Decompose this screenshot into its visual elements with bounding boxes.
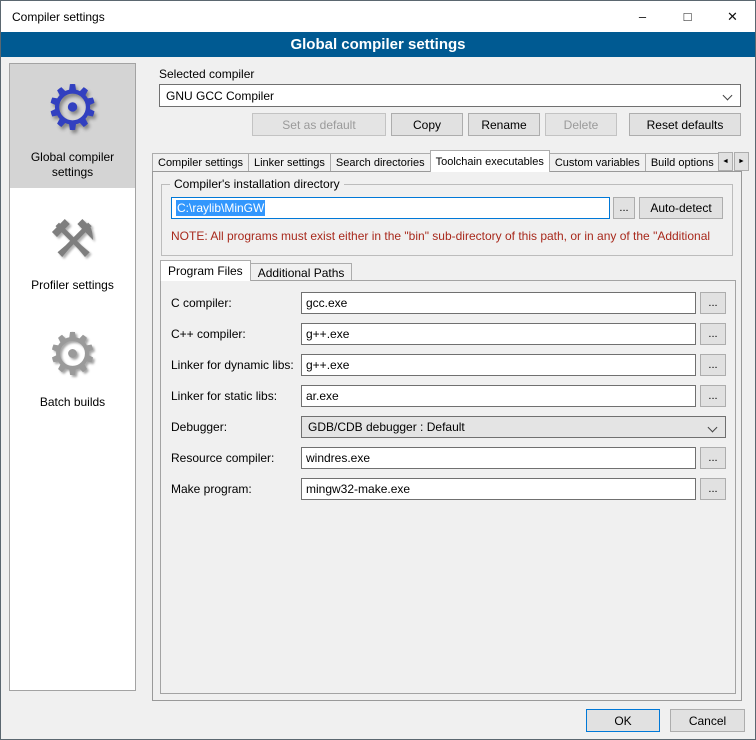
sidebar-item-label: Profiler settings	[12, 278, 133, 293]
gear-icon: ⚙	[12, 70, 133, 148]
profiler-tool-icon: ⚒	[12, 204, 133, 276]
subtab-program-files[interactable]: Program Files	[160, 260, 251, 281]
sidebar-item-global-compiler-settings[interactable]: ⚙ Global compiler settings	[10, 64, 135, 188]
field-row-cpp-compiler: C++ compiler: ...	[171, 323, 726, 345]
field-row-resource-compiler: Resource compiler: ...	[171, 447, 726, 469]
install-dir-browse-button[interactable]: ...	[613, 197, 635, 219]
resource-compiler-input[interactable]	[301, 447, 696, 469]
settings-tabs: Compiler settings Linker settings Search…	[152, 150, 718, 172]
field-label: Linker for static libs:	[171, 389, 301, 403]
arrow-right-icon: ►	[738, 158, 745, 165]
linker-static-input[interactable]	[301, 385, 696, 407]
cancel-button[interactable]: Cancel	[670, 709, 745, 732]
browse-button[interactable]: ...	[700, 292, 726, 314]
toolchain-subtabs: Program Files Additional Paths	[160, 260, 351, 281]
field-row-c-compiler: C compiler: ...	[171, 292, 726, 314]
browse-button[interactable]: ...	[700, 385, 726, 407]
rename-button[interactable]: Rename	[468, 113, 540, 136]
minimize-button[interactable]: –	[620, 1, 665, 32]
page-title: Global compiler settings	[1, 32, 755, 57]
browse-button[interactable]: ...	[700, 323, 726, 345]
installation-directory-row: C:\raylib\MinGW ... Auto-detect	[171, 197, 723, 219]
compiler-settings-window: Compiler settings – □ ✕ Global compiler …	[0, 0, 756, 740]
install-dir-selected-text: C:\raylib\MinGW	[176, 200, 265, 216]
maximize-icon: □	[684, 9, 692, 24]
tab-compiler-settings[interactable]: Compiler settings	[152, 153, 249, 172]
make-program-input[interactable]	[301, 478, 696, 500]
ok-button[interactable]: OK	[586, 709, 660, 732]
tab-custom-variables[interactable]: Custom variables	[549, 153, 646, 172]
toolchain-executables-panel: Compiler's installation directory C:\ray…	[152, 171, 742, 701]
debugger-select[interactable]: GDB/CDB debugger : Default	[301, 416, 726, 438]
chevron-down-icon	[708, 423, 718, 433]
sidebar-item-batch-builds[interactable]: ⚙ Batch builds	[10, 311, 135, 418]
sidebar-item-profiler-settings[interactable]: ⚒ Profiler settings	[10, 198, 135, 301]
compiler-select-value: GNU GCC Compiler	[166, 89, 274, 103]
field-row-linker-static: Linker for static libs: ...	[171, 385, 726, 407]
arrow-left-icon: ◄	[722, 158, 729, 165]
note-text: NOTE: All programs must exist either in …	[171, 229, 731, 243]
field-row-make-program: Make program: ...	[171, 478, 726, 500]
browse-button[interactable]: ...	[700, 447, 726, 469]
batch-gear-icon: ⚙	[12, 317, 133, 393]
debugger-select-value: GDB/CDB debugger : Default	[308, 420, 465, 434]
field-label: C compiler:	[171, 296, 301, 310]
linker-dynamic-input[interactable]	[301, 354, 696, 376]
compiler-select[interactable]: GNU GCC Compiler	[159, 84, 741, 107]
program-files-panel: C compiler: ... C++ compiler: ... Linker…	[160, 280, 736, 694]
compiler-actions: Set as default Copy Rename Delete Reset …	[159, 113, 741, 136]
close-button[interactable]: ✕	[710, 1, 755, 32]
tab-build-options[interactable]: Build options	[645, 153, 718, 172]
browse-button[interactable]: ...	[700, 354, 726, 376]
sidebar-item-label: Batch builds	[12, 395, 133, 410]
maximize-button[interactable]: □	[665, 1, 710, 32]
field-row-linker-dynamic: Linker for dynamic libs: ...	[171, 354, 726, 376]
reset-defaults-button[interactable]: Reset defaults	[629, 113, 741, 136]
minimize-icon: –	[639, 9, 646, 24]
installation-directory-group-title: Compiler's installation directory	[170, 177, 344, 191]
selected-compiler-label: Selected compiler	[159, 67, 254, 81]
delete-button[interactable]: Delete	[545, 113, 617, 136]
tab-linker-settings[interactable]: Linker settings	[248, 153, 331, 172]
close-icon: ✕	[727, 9, 738, 25]
tab-scroll-left-button[interactable]: ◄	[718, 152, 733, 171]
titlebar: Compiler settings – □ ✕	[1, 1, 755, 32]
field-row-debugger: Debugger: GDB/CDB debugger : Default	[171, 416, 726, 438]
browse-button[interactable]: ...	[700, 478, 726, 500]
field-label: Make program:	[171, 482, 301, 496]
field-label: Debugger:	[171, 420, 301, 434]
sidebar-item-label: Global compiler settings	[12, 150, 133, 180]
settings-category-sidebar: ⚙ Global compiler settings ⚒ Profiler se…	[9, 63, 136, 691]
auto-detect-button[interactable]: Auto-detect	[639, 197, 723, 219]
tab-scroll-right-button[interactable]: ►	[734, 152, 749, 171]
caption-buttons: – □ ✕	[620, 1, 755, 32]
c-compiler-input[interactable]	[301, 292, 696, 314]
window-title: Compiler settings	[12, 10, 105, 24]
set-as-default-button[interactable]: Set as default	[252, 113, 386, 136]
installation-directory-group: Compiler's installation directory C:\ray…	[161, 184, 733, 256]
field-label: Linker for dynamic libs:	[171, 358, 301, 372]
tab-toolchain-executables[interactable]: Toolchain executables	[430, 150, 550, 172]
cpp-compiler-input[interactable]	[301, 323, 696, 345]
chevron-down-icon	[723, 91, 733, 101]
field-label: C++ compiler:	[171, 327, 301, 341]
subtab-additional-paths[interactable]: Additional Paths	[250, 263, 353, 281]
install-dir-input[interactable]: C:\raylib\MinGW	[171, 197, 610, 219]
copy-button[interactable]: Copy	[391, 113, 463, 136]
field-label: Resource compiler:	[171, 451, 301, 465]
tab-search-directories[interactable]: Search directories	[330, 153, 431, 172]
